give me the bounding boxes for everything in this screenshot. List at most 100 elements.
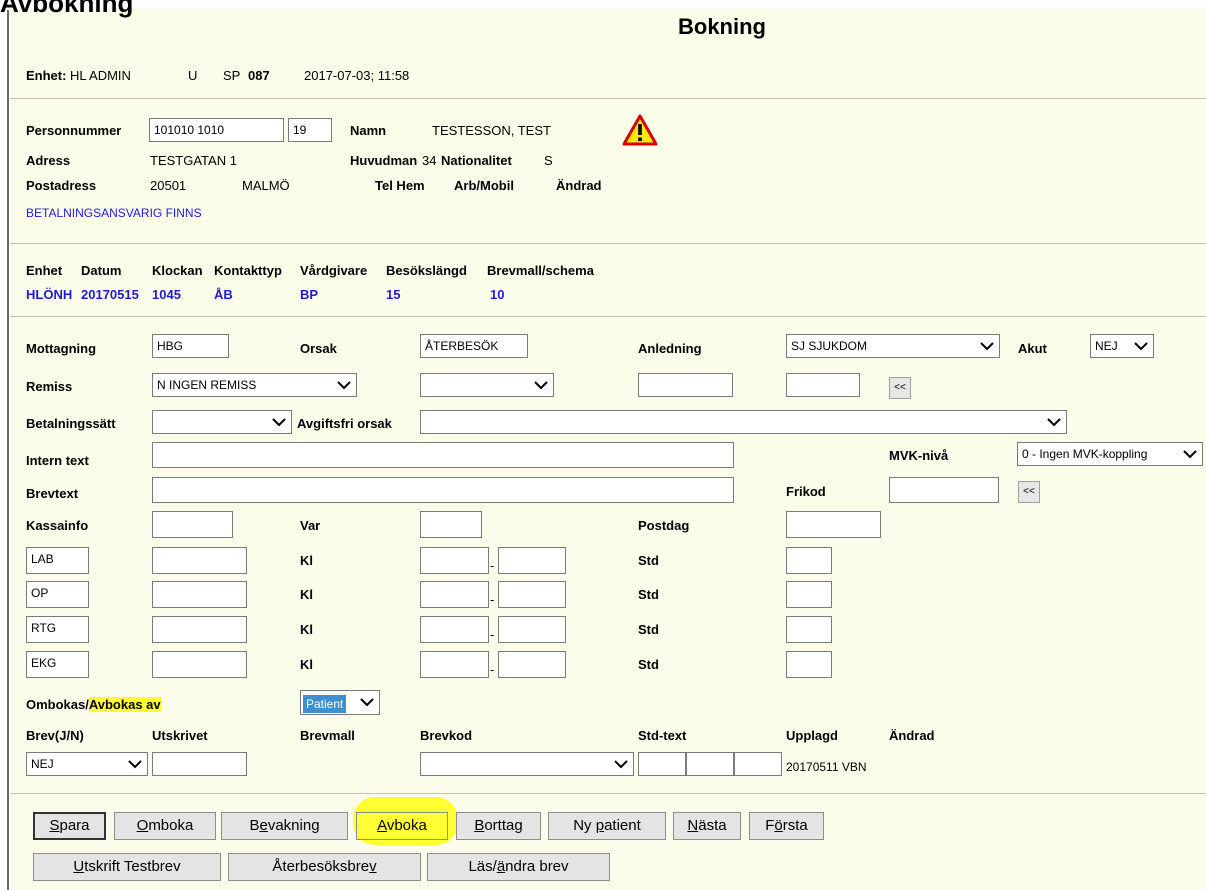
- kl-from-field[interactable]: [420, 651, 489, 678]
- remiss-back-button[interactable]: <<: [889, 377, 911, 399]
- std-field[interactable]: [786, 581, 832, 608]
- val-enhet: HLÖNH: [26, 287, 73, 302]
- divider: [10, 243, 1206, 244]
- bevakning-button[interactable]: Bevakning: [221, 812, 348, 840]
- code-field-lab[interactable]: LAB: [26, 547, 89, 574]
- col-datum: Datum: [81, 263, 122, 278]
- code-value-field[interactable]: [152, 651, 247, 678]
- chevron-down-icon: [128, 760, 142, 769]
- personnummer-field[interactable]: 101010 1010: [149, 118, 284, 142]
- std-label: Std: [638, 622, 659, 637]
- col-enhet: Enhet: [26, 263, 63, 278]
- code-value-field[interactable]: [152, 581, 247, 608]
- page-title: Bokning: [678, 14, 766, 39]
- betalningssatt-select[interactable]: [152, 410, 292, 434]
- remiss-field-1[interactable]: [638, 373, 733, 397]
- brevtext-field[interactable]: [152, 477, 734, 503]
- akut-select[interactable]: NEJ: [1090, 334, 1154, 358]
- anledning-label: Anledning: [638, 341, 702, 356]
- remiss-type-select[interactable]: [420, 373, 554, 397]
- brevkod-header: Brevkod: [420, 728, 473, 743]
- val-brevmall: 10: [490, 287, 505, 302]
- u-flag: U: [188, 68, 198, 83]
- nasta-button[interactable]: Nästa: [673, 812, 741, 840]
- utskrivet-field[interactable]: [152, 752, 247, 776]
- utskrift-testbrev-button[interactable]: Utskrift Testbrev: [33, 853, 221, 881]
- std-field[interactable]: [786, 547, 832, 574]
- std-label: Std: [638, 587, 659, 602]
- std-field[interactable]: [786, 651, 832, 678]
- chevron-down-icon: [1183, 450, 1197, 459]
- brevtext-label: Brevtext: [26, 486, 79, 501]
- brevkod-select[interactable]: [420, 752, 634, 776]
- kl-label: Kl: [300, 587, 313, 602]
- std-text-field-1[interactable]: [638, 752, 686, 776]
- kl-to-field[interactable]: [498, 616, 566, 643]
- betalningssatt-label: Betalningssätt: [26, 416, 116, 431]
- var-field[interactable]: [420, 511, 482, 538]
- window-title: Avbokning: [0, 0, 134, 18]
- std-field[interactable]: [786, 616, 832, 643]
- borttag-button[interactable]: Borttag: [456, 812, 541, 840]
- chevron-down-icon: [980, 342, 994, 351]
- code-value-field[interactable]: [152, 547, 247, 574]
- code-field-ekg[interactable]: EKG: [26, 651, 89, 678]
- chevron-down-icon: [360, 698, 374, 707]
- intern-text-field[interactable]: [152, 442, 734, 468]
- divider: [10, 793, 1206, 794]
- kl-to-field[interactable]: [498, 547, 566, 574]
- orsak-label: Orsak: [300, 341, 337, 356]
- datetime: 2017-07-03; 11:58: [304, 68, 410, 83]
- warning-triangle-icon: [622, 114, 658, 146]
- adress-value: TESTGATAN 1: [150, 153, 237, 168]
- std-label: Std: [638, 553, 659, 568]
- enhet-label: Enhet:: [26, 68, 67, 83]
- omboka-button[interactable]: Omboka: [114, 812, 216, 840]
- orsak-field[interactable]: ÅTERBESÖK: [420, 334, 528, 358]
- code-field-rtg[interactable]: RTG: [26, 616, 89, 643]
- col-klockan: Klockan: [152, 263, 203, 278]
- col-besokslangd: Besökslängd: [386, 263, 467, 278]
- kl-to-field[interactable]: [498, 581, 566, 608]
- aterbesoksbrev-button[interactable]: Återbesöksbrev: [228, 853, 421, 881]
- mottagning-field[interactable]: HBG: [152, 334, 229, 358]
- avboka-button[interactable]: Avboka: [356, 812, 448, 840]
- kl-from-field[interactable]: [420, 581, 489, 608]
- std-text-field-2[interactable]: [686, 752, 734, 776]
- ny-patient-button[interactable]: Ny patient: [548, 812, 666, 840]
- chevron-down-icon: [534, 381, 548, 390]
- chevron-down-icon: [337, 381, 351, 390]
- namn-label: Namn: [350, 123, 387, 138]
- kl-from-field[interactable]: [420, 616, 489, 643]
- century-field[interactable]: 19: [288, 118, 332, 142]
- ombokas-avbokas-label: Ombokas/Avbokas av: [26, 697, 161, 712]
- frikod-field[interactable]: [889, 477, 999, 503]
- spara-button[interactable]: Spara: [33, 812, 106, 840]
- frikod-back-button[interactable]: <<: [1018, 481, 1040, 503]
- code-value-field[interactable]: [152, 616, 247, 643]
- frikod-label: Frikod: [786, 484, 826, 499]
- remiss-select[interactable]: N INGEN REMISS: [152, 373, 357, 397]
- brev-jn-select[interactable]: NEJ: [26, 752, 148, 776]
- avbokas-av-select[interactable]: Patient: [300, 690, 380, 715]
- avgiftsfri-select[interactable]: [420, 410, 1067, 434]
- remiss-field-2[interactable]: [786, 373, 860, 397]
- kassainfo-field[interactable]: [152, 511, 233, 538]
- mvk-label: MVK-nivå: [889, 448, 949, 463]
- kl-from-field[interactable]: [420, 547, 489, 574]
- dash: -: [490, 558, 495, 573]
- brev-header: Brev(J/N): [26, 728, 84, 743]
- forsta-button[interactable]: Första: [749, 812, 824, 840]
- andrad-header: Ändrad: [889, 728, 935, 743]
- code-field-op[interactable]: OP: [26, 581, 89, 608]
- std-text-field-3[interactable]: [734, 752, 782, 776]
- postdag-field[interactable]: [786, 511, 881, 538]
- kl-to-field[interactable]: [498, 651, 566, 678]
- dash: -: [490, 662, 495, 677]
- intern-text-label: Intern text: [26, 453, 89, 468]
- las-andra-brev-button[interactable]: Läs/ändra brev: [427, 853, 610, 881]
- mvk-select[interactable]: 0 - Ingen MVK-koppling: [1017, 442, 1203, 466]
- betalning-note[interactable]: BETALNINGSANSVARIG FINNS: [26, 206, 202, 220]
- avgiftsfri-label: Avgiftsfri orsak: [297, 416, 392, 431]
- anledning-select[interactable]: SJ SJUKDOM: [786, 334, 1000, 358]
